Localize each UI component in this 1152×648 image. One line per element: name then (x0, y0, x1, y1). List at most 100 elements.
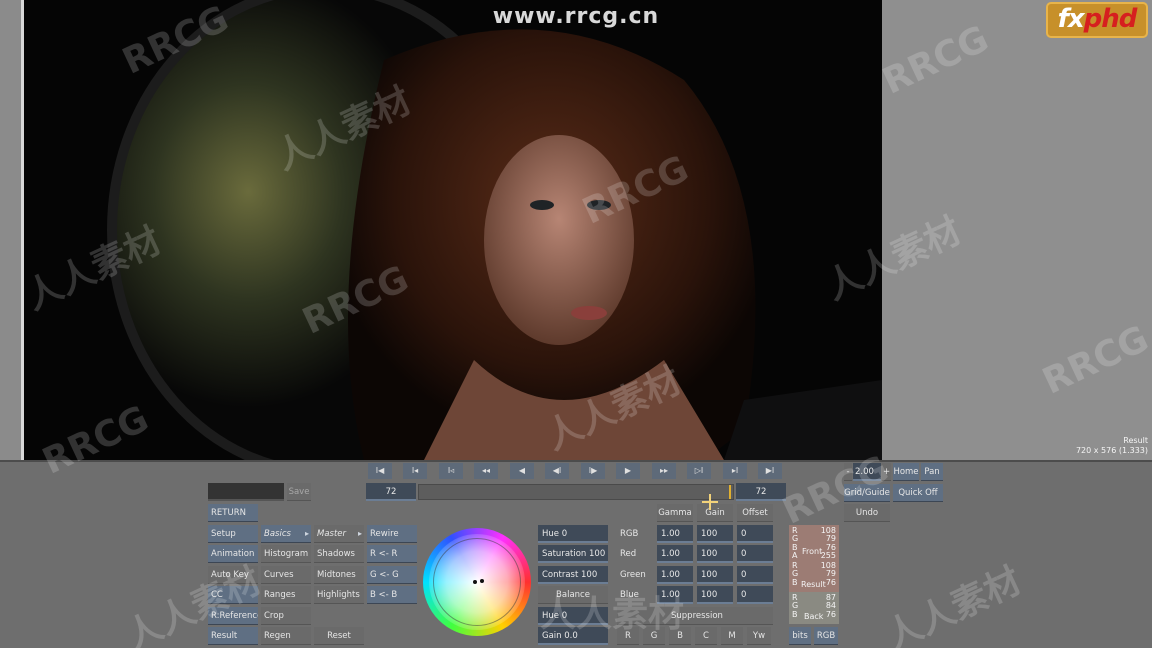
histogram-tab[interactable]: Histogram (261, 545, 311, 563)
saturation-field[interactable]: Saturation 100 (538, 545, 608, 563)
reference-button[interactable]: R:Reference (208, 607, 258, 625)
shadows-range[interactable]: Shadows (314, 545, 364, 563)
bits-button[interactable]: bits (789, 627, 811, 645)
side-empty-area (882, 0, 1152, 460)
step-forward-button[interactable]: I▶ (581, 463, 605, 479)
transport-bar: I◀ I◂ I◃ ◂◂ ◀ ◀I I▶ ▶ ▸▸ ▷I ▸I ▶I (366, 460, 786, 482)
resolution-label: 720 x 576 (1.333) (1075, 446, 1148, 455)
zoom-field[interactable]: 2.00 (853, 463, 881, 481)
fast-forward-button[interactable]: ▸▸ (652, 463, 676, 479)
suppress-c-button[interactable]: C (695, 627, 717, 645)
rewire-red-button[interactable]: R <- R (367, 545, 417, 563)
rewire-green-button[interactable]: G <- G (367, 566, 417, 584)
image-viewer[interactable] (24, 0, 882, 460)
crosshair-cursor-icon (702, 494, 718, 510)
suppress-r-button[interactable]: R (617, 627, 639, 645)
prev-key-button[interactable]: I◂ (403, 463, 427, 479)
hue-field[interactable]: Hue 0 (538, 525, 608, 543)
regen-button[interactable]: Regen (261, 627, 311, 645)
red-gamma-field[interactable]: 1.00 (657, 545, 693, 563)
animation-button[interactable]: Animation (208, 545, 258, 563)
blue-gain-field[interactable]: 100 (697, 586, 733, 604)
back-values: 87 84 76 (825, 593, 836, 619)
zoom-plus-button[interactable]: + (882, 463, 891, 481)
front-meter: R G B A 108 79 76 255 Front (789, 525, 839, 560)
balance-hue-field[interactable]: Hue 0 (538, 607, 608, 625)
rgb-mode-button[interactable]: RGB (814, 627, 838, 645)
rewind-button[interactable]: ◂◂ (474, 463, 498, 479)
timeline-playhead[interactable] (729, 485, 731, 499)
frame-end-field[interactable]: 72 (736, 483, 786, 501)
quick-off-button[interactable]: Quick Off (893, 484, 943, 502)
home-button[interactable]: Home (893, 463, 919, 481)
master-range[interactable]: Master (314, 525, 364, 543)
result-button[interactable]: Result (208, 627, 258, 645)
color-wheel-ring (433, 538, 521, 626)
rewire-button[interactable]: Rewire (367, 525, 417, 543)
undo-button[interactable]: Undo (844, 504, 890, 522)
suppress-yw-button[interactable]: Yw (747, 627, 771, 645)
save-button[interactable]: Save (287, 483, 311, 501)
midtones-range[interactable]: Midtones (314, 566, 364, 584)
blue-gamma-field[interactable]: 1.00 (657, 586, 693, 604)
next-mark-button[interactable]: ▷I (687, 463, 711, 479)
setup-menu[interactable]: Setup (208, 525, 258, 543)
left-border-strip (0, 0, 24, 460)
red-gain-field[interactable]: 100 (697, 545, 733, 563)
rgb-gain-field[interactable]: 100 (697, 525, 733, 543)
go-to-start-button[interactable]: I◀ (368, 463, 392, 479)
suppress-m-button[interactable]: M (721, 627, 743, 645)
pan-button[interactable]: Pan (921, 463, 943, 481)
auto-key-button[interactable]: Auto Key (208, 566, 258, 584)
green-offset-field[interactable]: 0 (737, 566, 773, 584)
play-backward-button[interactable]: ◀ (510, 463, 534, 479)
blue-offset-field[interactable]: 0 (737, 586, 773, 604)
zoom-minus-button[interactable]: - (844, 463, 852, 481)
red-offset-field[interactable]: 0 (737, 545, 773, 563)
offset-tab[interactable]: Offset (737, 504, 773, 522)
curves-tab[interactable]: Curves (261, 566, 311, 584)
channel-label-green: Green (620, 570, 646, 580)
step-back-button[interactable]: ◀I (545, 463, 569, 479)
prev-mark-button[interactable]: I◃ (439, 463, 463, 479)
rgb-gamma-field[interactable]: 1.00 (657, 525, 693, 543)
suppress-g-button[interactable]: G (643, 627, 665, 645)
color-wheel[interactable] (423, 528, 531, 636)
reset-button[interactable]: Reset (314, 627, 364, 645)
front-values: 108 79 76 255 (821, 526, 836, 561)
wheel-handle-icon[interactable] (473, 580, 477, 584)
back-val-b: 76 (825, 609, 836, 619)
viewer-image (24, 0, 882, 460)
basics-tab[interactable]: Basics (261, 525, 311, 543)
gamma-tab[interactable]: Gamma (657, 504, 693, 522)
back-meter: R G B 87 84 76 Back (789, 592, 839, 624)
grid-guide-button[interactable]: Grid/Guide (844, 484, 890, 502)
result-meter: R G B 108 79 76 Result (789, 560, 839, 592)
go-to-end-button[interactable]: ▶I (758, 463, 782, 479)
setup-name-field[interactable] (208, 483, 284, 501)
crop-tab[interactable]: Crop (261, 607, 311, 625)
suppress-b-button[interactable]: B (669, 627, 691, 645)
play-button[interactable]: ▶ (616, 463, 640, 479)
return-button[interactable]: RETURN (208, 504, 258, 522)
fxphd-logo: fxphd (1046, 2, 1148, 38)
suppression-label: Suppression (617, 607, 773, 625)
green-gamma-field[interactable]: 1.00 (657, 566, 693, 584)
result-label: Result (1123, 436, 1148, 445)
ranges-tab[interactable]: Ranges (261, 586, 311, 604)
result-meter-label: Result (801, 580, 826, 589)
viewer-info: Result 720 x 576 (1.333) (1076, 436, 1148, 456)
channel-label-red: Red (620, 549, 637, 559)
rgb-offset-field[interactable]: 0 (737, 525, 773, 543)
green-gain-field[interactable]: 100 (697, 566, 733, 584)
balance-gain-field[interactable]: Gain 0.0 (538, 627, 608, 645)
frame-start-field[interactable]: 72 (366, 483, 416, 501)
balance-button[interactable]: Balance (538, 586, 608, 604)
rewire-blue-button[interactable]: B <- B (367, 586, 417, 604)
next-key-button[interactable]: ▸I (723, 463, 747, 479)
timeline-scrubber[interactable] (418, 484, 734, 500)
cc-button[interactable]: CC (208, 586, 258, 604)
contrast-field[interactable]: Contrast 100 (538, 566, 608, 584)
wheel-handle-2-icon[interactable] (480, 579, 484, 583)
highlights-range[interactable]: Highlights (314, 586, 364, 604)
